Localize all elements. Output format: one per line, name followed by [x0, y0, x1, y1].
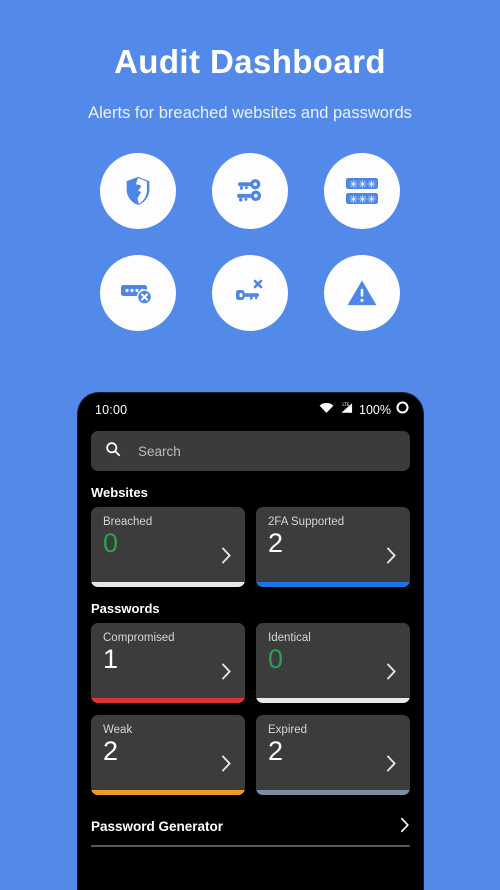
battery-icon [396, 401, 409, 419]
stat-card-breached[interactable]: Breached 0 [91, 507, 245, 587]
password-error-icon [100, 254, 176, 331]
phone-mockup: 10:00 LTE 100% Search Websites Breached … [77, 392, 424, 890]
stat-card-weak[interactable]: Weak 2 [91, 715, 245, 795]
stat-accent-bar [256, 698, 410, 703]
battery-percent: 100% [359, 403, 391, 417]
promo-header: Audit Dashboard Alerts for breached webs… [0, 0, 500, 123]
stat-label: 2FA Supported [268, 516, 345, 528]
stat-card-2fa-supported[interactable]: 2FA Supported 2 [256, 507, 410, 587]
page-subtitle: Alerts for breached websites and passwor… [88, 103, 412, 122]
stat-accent-bar [256, 582, 410, 587]
stat-accent-bar [91, 698, 245, 703]
search-input[interactable]: Search [91, 431, 410, 471]
two-keys-icon [212, 152, 288, 229]
chevron-right-icon [221, 547, 232, 569]
stat-value: 1 [103, 644, 119, 674]
chevron-right-icon [386, 755, 397, 777]
status-indicators: LTE 100% [319, 401, 409, 419]
svg-text:✳: ✳ [367, 178, 376, 191]
stat-label: Compromised [103, 632, 175, 644]
feature-icon-grid: ✳ ✳ ✳ ✳ ✳ ✳ [100, 152, 400, 331]
key-error-icon [212, 254, 288, 331]
chevron-right-icon [386, 547, 397, 569]
passwords-card-row-1: Compromised 1 Identical 0 [78, 623, 423, 703]
status-time: 10:00 [95, 403, 128, 417]
chevron-right-icon [400, 817, 410, 836]
search-icon [105, 441, 121, 462]
stat-card-compromised[interactable]: Compromised 1 [91, 623, 245, 703]
status-bar: 10:00 LTE 100% [78, 393, 423, 427]
section-title-passwords: Passwords [91, 601, 160, 616]
stat-label: Identical [268, 632, 311, 644]
svg-text:✳: ✳ [358, 178, 367, 191]
chevron-right-icon [221, 663, 232, 685]
broken-shield-icon [100, 152, 176, 229]
page-title: Audit Dashboard [114, 43, 386, 80]
wifi-icon [319, 401, 334, 419]
generator-list: Password Generator [78, 807, 423, 847]
stat-label: Weak [103, 724, 133, 736]
stat-value: 2 [268, 528, 284, 558]
chevron-right-icon [221, 755, 232, 777]
stat-value: 0 [268, 644, 284, 674]
websites-card-row: Breached 0 2FA Supported 2 [78, 507, 423, 587]
password-asterisks-icon: ✳ ✳ ✳ ✳ ✳ ✳ [324, 152, 400, 229]
stat-value: 2 [103, 736, 119, 766]
passwords-card-row-2: Weak 2 Expired 2 [78, 715, 423, 795]
list-divider [91, 845, 410, 847]
svg-text:✳: ✳ [358, 193, 367, 206]
stat-accent-bar [256, 790, 410, 795]
stat-card-identical[interactable]: Identical 0 [256, 623, 410, 703]
cellular-lte-icon: LTE [339, 401, 354, 419]
svg-text:✳: ✳ [349, 193, 358, 206]
stat-accent-bar [91, 790, 245, 795]
list-item-label: Password Generator [91, 818, 224, 834]
svg-text:✳: ✳ [349, 178, 358, 191]
stat-value: 2 [268, 736, 284, 766]
warning-triangle-icon [324, 254, 400, 331]
stat-value: 0 [103, 528, 119, 558]
stat-card-expired[interactable]: Expired 2 [256, 715, 410, 795]
stat-label: Expired [268, 724, 307, 736]
chevron-right-icon [386, 663, 397, 685]
stat-accent-bar [91, 582, 245, 587]
stat-label: Breached [103, 516, 153, 528]
list-item-password-generator[interactable]: Password Generator [91, 807, 410, 845]
section-title-websites: Websites [91, 485, 148, 500]
search-placeholder: Search [138, 443, 181, 459]
svg-text:✳: ✳ [367, 193, 376, 206]
